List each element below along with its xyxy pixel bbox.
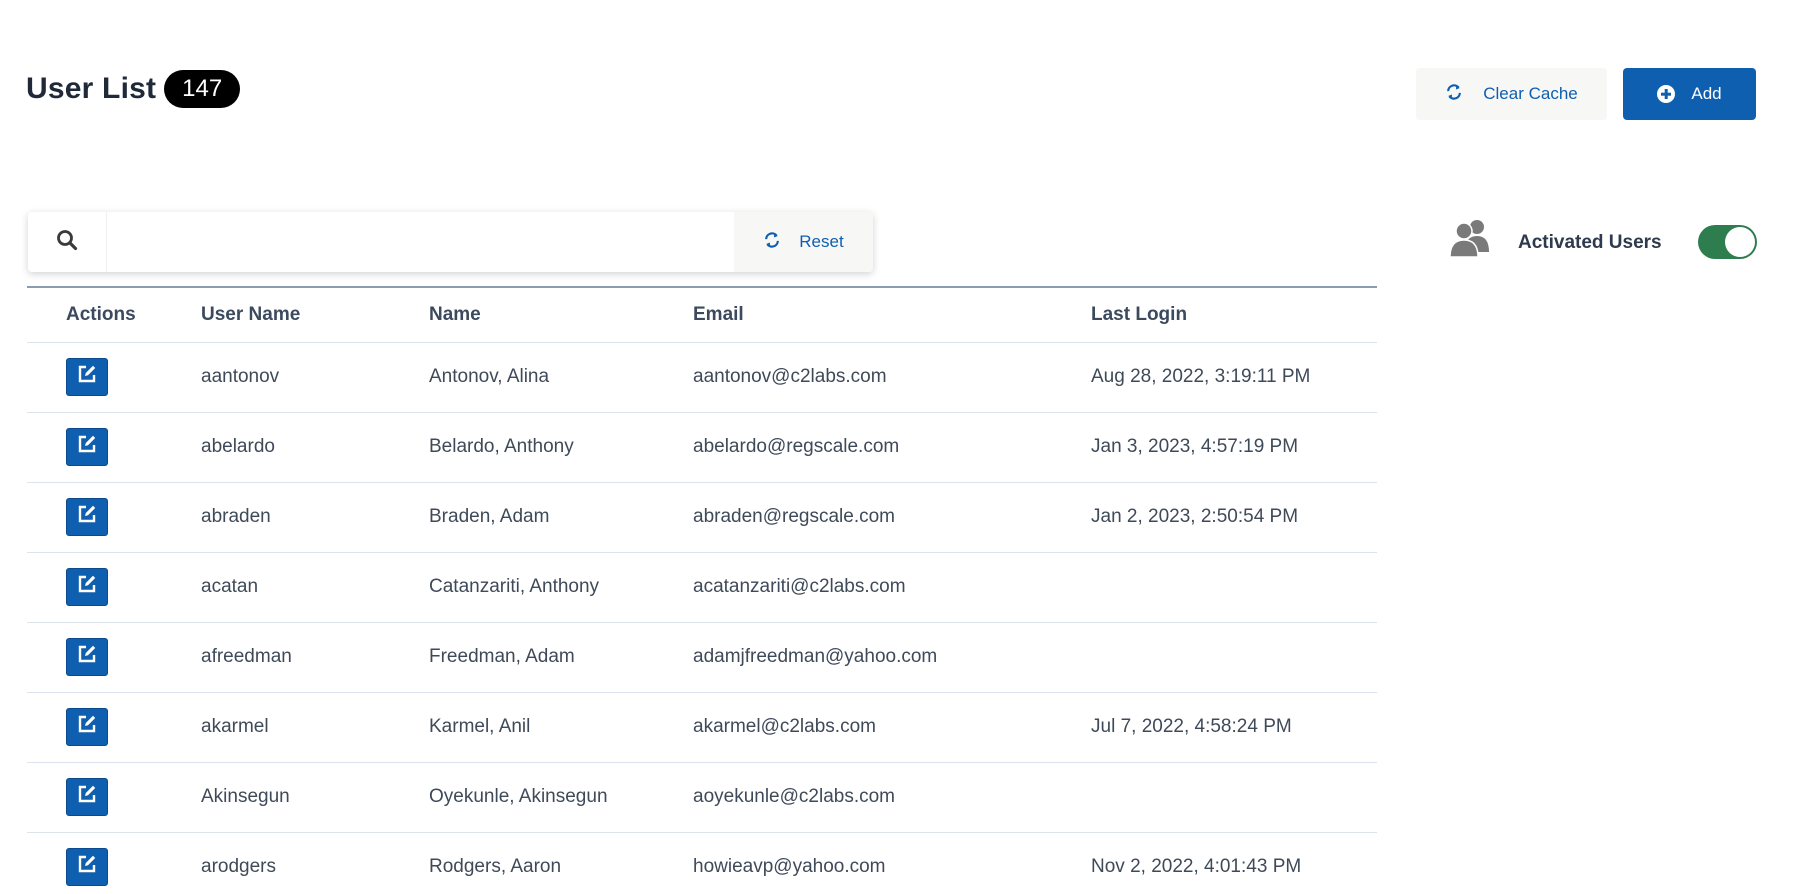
activated-users-label: Activated Users (1518, 232, 1662, 253)
activated-users-toggle[interactable] (1698, 225, 1757, 259)
table-row: akarmel Karmel, Anil akarmel@c2labs.com … (27, 692, 1377, 763)
email-cell: aoyekunle@c2labs.com (693, 762, 1091, 833)
users-icon (1448, 218, 1492, 263)
search-bar: Reset (28, 212, 873, 272)
name-cell: Catanzariti, Anthony (429, 552, 693, 623)
table-row: Akinsegun Oyekunle, Akinsegun aoyekunle@… (27, 762, 1377, 833)
edit-user-button[interactable] (66, 708, 108, 746)
username-cell: abraden (201, 482, 429, 553)
page-header: User List 147 (26, 70, 241, 108)
actions-cell (27, 342, 201, 413)
edit-icon (76, 853, 98, 881)
search-icon (56, 229, 78, 256)
table-row: abelardo Belardo, Anthony abelardo@regsc… (27, 412, 1377, 483)
edit-icon (76, 503, 98, 531)
last-login-cell: Aug 28, 2022, 3:19:11 PM (1091, 342, 1377, 413)
username-cell: arodgers (201, 832, 429, 894)
table-row: afreedman Freedman, Adam adamjfreedman@y… (27, 622, 1377, 693)
email-cell: aantonov@c2labs.com (693, 342, 1091, 413)
username-cell: abelardo (201, 412, 429, 483)
username-cell: akarmel (201, 692, 429, 763)
table-row: acatan Catanzariti, Anthony acatanzariti… (27, 552, 1377, 623)
actions-cell (27, 692, 201, 763)
actions-cell (27, 552, 201, 623)
name-cell: Freedman, Adam (429, 622, 693, 693)
add-label: Add (1691, 84, 1722, 103)
email-cell: adamjfreedman@yahoo.com (693, 622, 1091, 693)
actions-cell (27, 832, 201, 894)
edit-icon (76, 713, 98, 741)
name-cell: Karmel, Anil (429, 692, 693, 763)
search-input[interactable] (106, 212, 734, 272)
email-cell: abelardo@regscale.com (693, 412, 1091, 483)
refresh-icon (763, 231, 781, 254)
edit-user-button[interactable] (66, 638, 108, 676)
last-login-cell: Jul 7, 2022, 4:58:24 PM (1091, 692, 1377, 763)
edit-user-button[interactable] (66, 568, 108, 606)
add-user-button[interactable]: Add (1623, 68, 1756, 120)
edit-icon (76, 433, 98, 461)
last-login-cell: Nov 2, 2022, 4:01:43 PM (1091, 832, 1377, 894)
username-cell: afreedman (201, 622, 429, 693)
reset-button[interactable]: Reset (734, 212, 873, 272)
table-row: abraden Braden, Adam abraden@regscale.co… (27, 482, 1377, 553)
last-login-cell (1091, 622, 1377, 693)
email-cell: howieavp@yahoo.com (693, 832, 1091, 894)
refresh-icon (1445, 83, 1463, 106)
user-list-page: User List 147 Clear Cache Add Reset Acti… (0, 0, 1816, 894)
activated-users-filter: Activated Users (1448, 218, 1758, 268)
username-cell: acatan (201, 552, 429, 623)
column-header-username[interactable]: User Name (201, 288, 429, 343)
name-cell: Rodgers, Aaron (429, 832, 693, 894)
clear-cache-label: Clear Cache (1483, 84, 1578, 103)
clear-cache-button[interactable]: Clear Cache (1416, 68, 1607, 120)
user-table-container: Actions User Name Name Email Last Login (27, 286, 1377, 894)
edit-icon (76, 643, 98, 671)
actions-cell (27, 482, 201, 553)
edit-icon (76, 363, 98, 391)
last-login-cell (1091, 552, 1377, 623)
toggle-knob (1725, 227, 1755, 257)
last-login-cell (1091, 762, 1377, 833)
edit-user-button[interactable] (66, 848, 108, 886)
edit-user-button[interactable] (66, 428, 108, 466)
actions-cell (27, 762, 201, 833)
actions-cell (27, 622, 201, 693)
email-cell: abraden@regscale.com (693, 482, 1091, 553)
user-count-badge: 147 (164, 70, 241, 108)
username-cell: aantonov (201, 342, 429, 413)
table-header-row: Actions User Name Name Email Last Login (27, 288, 1377, 343)
search-icon-container (28, 212, 106, 272)
last-login-cell: Jan 2, 2023, 2:50:54 PM (1091, 482, 1377, 553)
column-header-name[interactable]: Name (429, 288, 693, 343)
name-cell: Braden, Adam (429, 482, 693, 553)
last-login-cell: Jan 3, 2023, 4:57:19 PM (1091, 412, 1377, 483)
edit-icon (76, 573, 98, 601)
email-cell: acatanzariti@c2labs.com (693, 552, 1091, 623)
name-cell: Antonov, Alina (429, 342, 693, 413)
edit-user-button[interactable] (66, 498, 108, 536)
name-cell: Oyekunle, Akinsegun (429, 762, 693, 833)
email-cell: akarmel@c2labs.com (693, 692, 1091, 763)
name-cell: Belardo, Anthony (429, 412, 693, 483)
reset-label: Reset (799, 232, 844, 251)
table-row: aantonov Antonov, Alina aantonov@c2labs.… (27, 342, 1377, 413)
edit-user-button[interactable] (66, 358, 108, 396)
user-table: Actions User Name Name Email Last Login (27, 288, 1377, 894)
plus-circle-icon (1657, 85, 1676, 103)
column-header-email[interactable]: Email (693, 288, 1091, 343)
edit-user-button[interactable] (66, 778, 108, 816)
actions-cell (27, 412, 201, 483)
column-header-actions: Actions (27, 288, 201, 343)
edit-icon (76, 783, 98, 811)
page-title: User List (26, 72, 157, 105)
username-cell: Akinsegun (201, 762, 429, 833)
column-header-last-login[interactable]: Last Login (1091, 288, 1377, 343)
table-row: arodgers Rodgers, Aaron howieavp@yahoo.c… (27, 832, 1377, 894)
